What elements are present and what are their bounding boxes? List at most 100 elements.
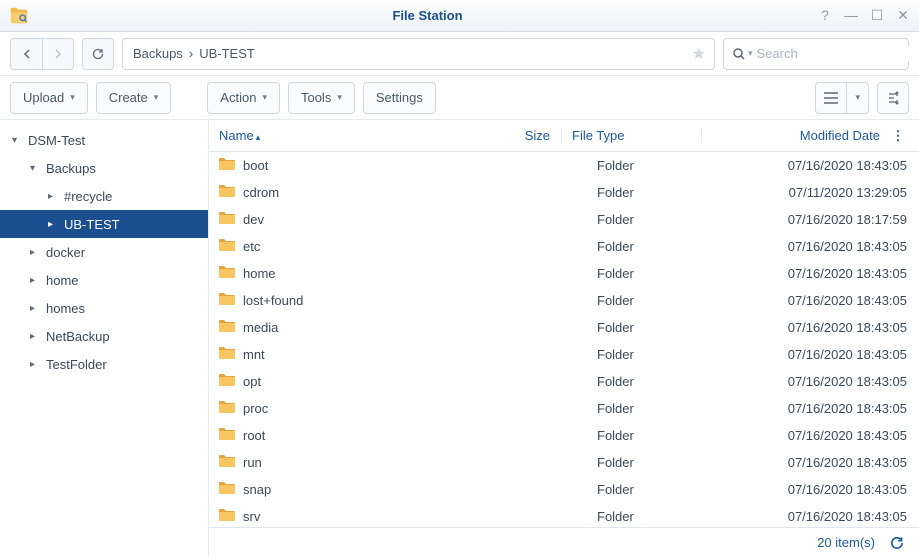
file-date: 07/16/2020 18:43:05	[727, 455, 917, 470]
table-row[interactable]: etcFolder07/16/2020 18:43:05	[209, 233, 919, 260]
file-type: Folder	[587, 455, 727, 470]
table-row[interactable]: devFolder07/16/2020 18:17:59	[209, 206, 919, 233]
view-options-button[interactable]: ▾	[846, 82, 869, 114]
nav-forward-button[interactable]	[42, 38, 74, 70]
table-row[interactable]: bootFolder07/16/2020 18:43:05	[209, 152, 919, 179]
folder-icon	[219, 346, 235, 363]
expand-arrow-icon[interactable]: ▸	[30, 331, 40, 342]
chevron-down-icon: ▾	[337, 92, 342, 103]
table-row[interactable]: homeFolder07/16/2020 18:43:05	[209, 260, 919, 287]
table-row[interactable]: runFolder07/16/2020 18:43:05	[209, 449, 919, 476]
upload-button[interactable]: Upload▾	[10, 82, 88, 114]
file-date: 07/11/2020 13:29:05	[727, 185, 917, 200]
refresh-icon[interactable]	[889, 535, 905, 551]
tree-item[interactable]: ▸ homes	[0, 294, 208, 322]
tools-button[interactable]: Tools▾	[288, 82, 355, 114]
tree-item[interactable]: ▸ home	[0, 266, 208, 294]
expand-arrow-icon[interactable]: ▸	[30, 303, 40, 314]
column-size[interactable]: Size	[491, 128, 561, 143]
file-name: root	[243, 428, 265, 443]
table-row[interactable]: optFolder07/16/2020 18:43:05	[209, 368, 919, 395]
file-type: Folder	[587, 239, 727, 254]
help-icon[interactable]: ?	[817, 7, 833, 24]
column-header: Name▴ Size File Type Modified Date ⋮	[209, 120, 919, 152]
file-name: cdrom	[243, 185, 279, 200]
tree-item[interactable]: ▸UB-TEST	[0, 210, 208, 238]
tree-item[interactable]: ▸ TestFolder	[0, 350, 208, 378]
table-row[interactable]: srvFolder07/16/2020 18:43:05	[209, 503, 919, 527]
expand-arrow-icon[interactable]: ▾	[12, 135, 22, 146]
file-type: Folder	[587, 158, 727, 173]
tree-item-label: #recycle	[64, 189, 112, 204]
table-row[interactable]: procFolder07/16/2020 18:43:05	[209, 395, 919, 422]
file-date: 07/16/2020 18:43:05	[727, 374, 917, 389]
nav-back-button[interactable]	[10, 38, 42, 70]
folder-icon	[219, 400, 235, 417]
create-button[interactable]: Create▾	[96, 82, 172, 114]
tree-item-label: homes	[46, 301, 85, 316]
tree-item[interactable]: ▸ #recycle	[0, 182, 208, 210]
status-bar: 20 item(s)	[209, 527, 919, 557]
tree-item[interactable]: ▸NetBackup	[0, 322, 208, 350]
folder-icon	[219, 211, 235, 228]
file-name: etc	[243, 239, 260, 254]
search-input[interactable]	[757, 46, 919, 61]
expand-arrow-icon[interactable]: ▸	[30, 359, 40, 370]
table-row[interactable]: mediaFolder07/16/2020 18:43:05	[209, 314, 919, 341]
tree-item[interactable]: ▾DSM-Test	[0, 126, 208, 154]
file-name: opt	[243, 374, 261, 389]
file-type: Folder	[587, 212, 727, 227]
view-list-button[interactable]	[815, 82, 846, 114]
file-name: proc	[243, 401, 268, 416]
file-type: Folder	[587, 293, 727, 308]
expand-arrow-icon[interactable]: ▸	[30, 275, 40, 286]
breadcrumb-segment[interactable]: UB-TEST	[199, 46, 255, 61]
tree-item[interactable]: ▾Backups	[0, 154, 208, 182]
file-date: 07/16/2020 18:43:05	[727, 320, 917, 335]
app-icon	[8, 5, 30, 27]
tree-item-label: home	[46, 273, 79, 288]
expand-arrow-icon[interactable]: ▾	[30, 163, 40, 174]
close-icon[interactable]: ✕	[895, 7, 911, 24]
file-type: Folder	[587, 401, 727, 416]
search-icon[interactable]: ▾	[732, 47, 753, 61]
column-menu-icon[interactable]: ⋮	[891, 128, 905, 144]
folder-tree: ▾DSM-Test▾Backups▸#recycle▸UB-TEST▸docke…	[0, 120, 209, 557]
expand-arrow-icon[interactable]: ▸	[30, 247, 40, 258]
file-list: bootFolder07/16/2020 18:43:05 cdrom Folder…	[209, 152, 919, 527]
settings-button[interactable]: Settings	[363, 82, 436, 114]
item-count: 20 item(s)	[817, 535, 875, 550]
sort-button[interactable]	[877, 82, 909, 114]
expand-arrow-icon[interactable]: ▸	[48, 219, 58, 230]
table-row[interactable]: lost+foundFolder07/16/2020 18:43:05	[209, 287, 919, 314]
chevron-down-icon: ▾	[262, 92, 267, 103]
column-name[interactable]: Name▴	[209, 128, 491, 143]
expand-arrow-icon[interactable]: ▸	[48, 191, 58, 202]
column-date[interactable]: Modified Date	[701, 128, 891, 143]
favorite-star-icon[interactable]: ★	[692, 44, 706, 64]
table-row[interactable]: snapFolder07/16/2020 18:43:05	[209, 476, 919, 503]
tree-item[interactable]: ▸ docker	[0, 238, 208, 266]
tree-item-label: TestFolder	[46, 357, 107, 372]
table-row[interactable]: cdrom Folder07/11/2020 13:29:05	[209, 179, 919, 206]
action-button[interactable]: Action▾	[207, 82, 280, 114]
folder-icon	[219, 238, 235, 255]
chevron-down-icon: ▾	[70, 92, 75, 103]
breadcrumb-segment[interactable]: Backups	[133, 46, 183, 61]
file-name: srv	[243, 509, 260, 524]
file-pane: Name▴ Size File Type Modified Date ⋮ boo…	[209, 120, 919, 557]
file-type: Folder	[587, 185, 727, 200]
file-type: Folder	[587, 266, 727, 281]
maximize-icon[interactable]: ☐	[869, 7, 885, 24]
minimize-icon[interactable]: —	[843, 7, 859, 24]
column-type[interactable]: File Type	[561, 128, 701, 143]
tree-item-label: docker	[46, 245, 85, 260]
breadcrumb[interactable]: Backups › UB-TEST ★	[122, 38, 715, 70]
search-box[interactable]: ▾	[723, 38, 909, 70]
refresh-button[interactable]	[82, 38, 114, 70]
folder-icon	[219, 454, 235, 471]
table-row[interactable]: rootFolder07/16/2020 18:43:05	[209, 422, 919, 449]
table-row[interactable]: mntFolder07/16/2020 18:43:05	[209, 341, 919, 368]
chevron-down-icon: ▾	[154, 92, 159, 103]
titlebar: File Station ? — ☐ ✕	[0, 0, 919, 32]
